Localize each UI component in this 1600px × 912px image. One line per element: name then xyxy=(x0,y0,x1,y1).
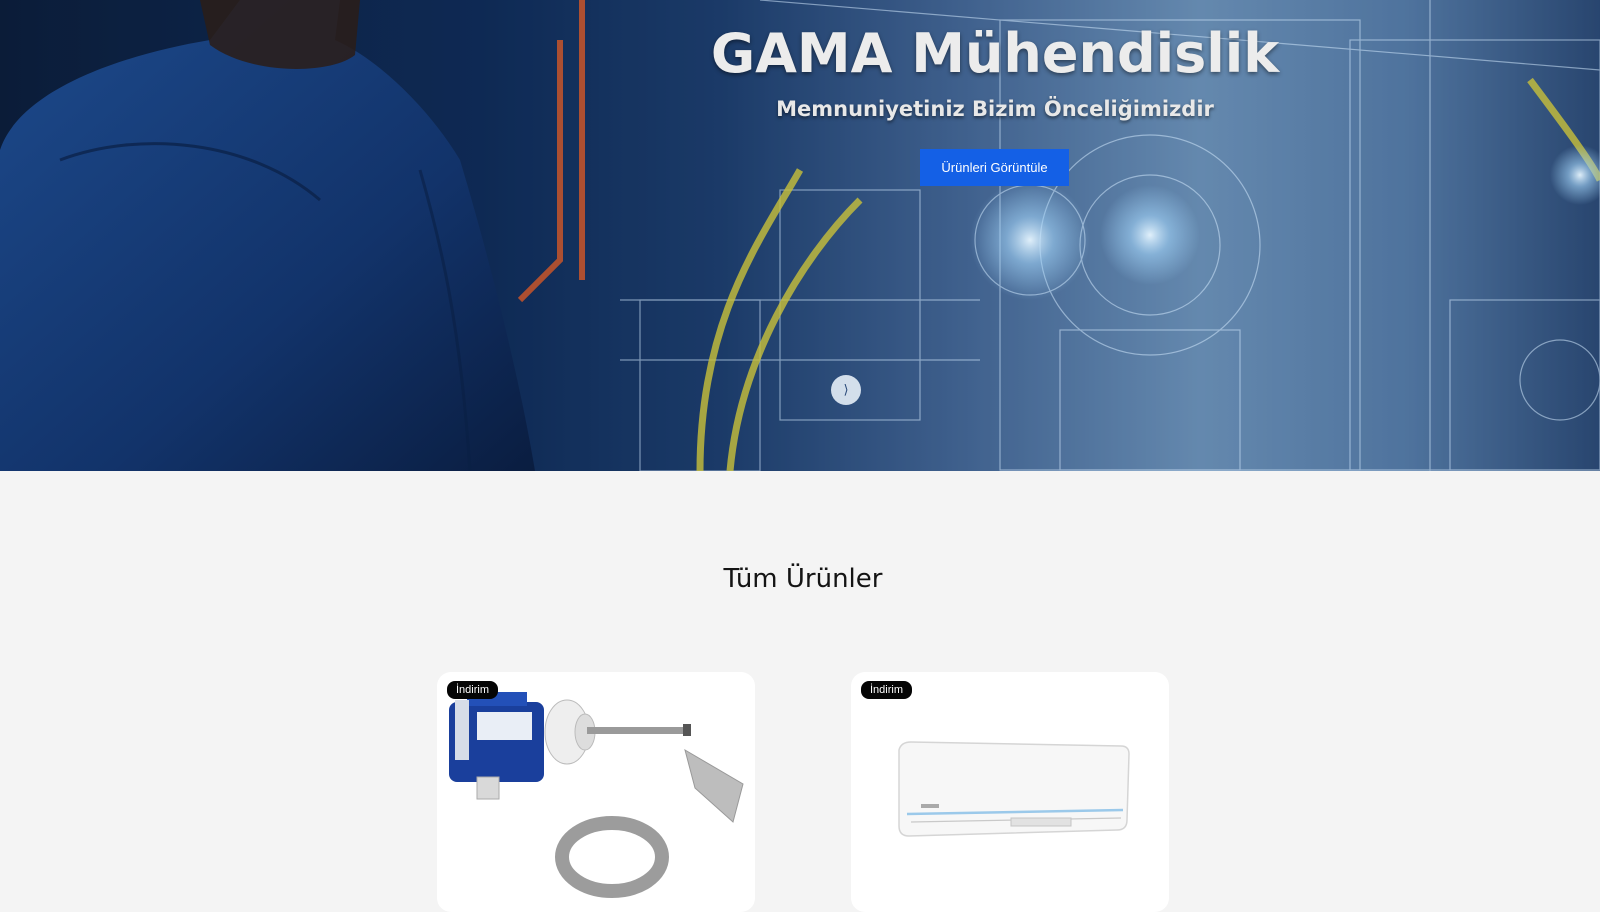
product-card[interactable]: İndirim xyxy=(437,672,755,912)
slider-next-icon[interactable]: ⟩ xyxy=(831,375,861,405)
discount-badge: İndirim xyxy=(447,681,499,699)
hero-banner: GAMA Mühendislik Memnuniyetiniz Bizim Ön… xyxy=(0,0,1600,471)
air-conditioner-image xyxy=(898,741,1130,837)
discount-badge: İndirim xyxy=(861,681,913,699)
hero-title: GAMA Mühendislik xyxy=(710,22,1280,85)
view-products-button[interactable]: Ürünleri Görüntüle xyxy=(920,149,1069,186)
hero-subtitle: Memnuniyetiniz Bizim Önceliğimizdir xyxy=(776,97,1214,121)
product-card[interactable]: İndirim xyxy=(851,672,1169,912)
section-title: Tüm Ürünler xyxy=(723,564,883,594)
flow-switch-image xyxy=(449,692,744,898)
